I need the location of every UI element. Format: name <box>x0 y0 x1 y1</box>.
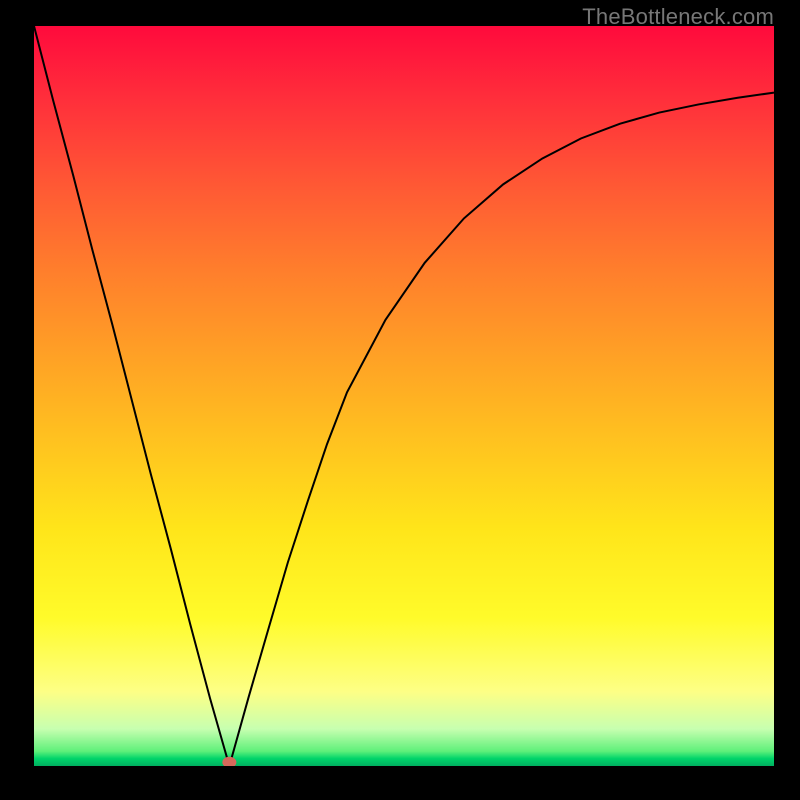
plot-area <box>34 26 774 766</box>
chart-frame: TheBottleneck.com <box>0 0 800 800</box>
minimum-marker <box>222 757 236 766</box>
curve-path <box>34 26 774 766</box>
bottleneck-curve <box>34 26 774 766</box>
